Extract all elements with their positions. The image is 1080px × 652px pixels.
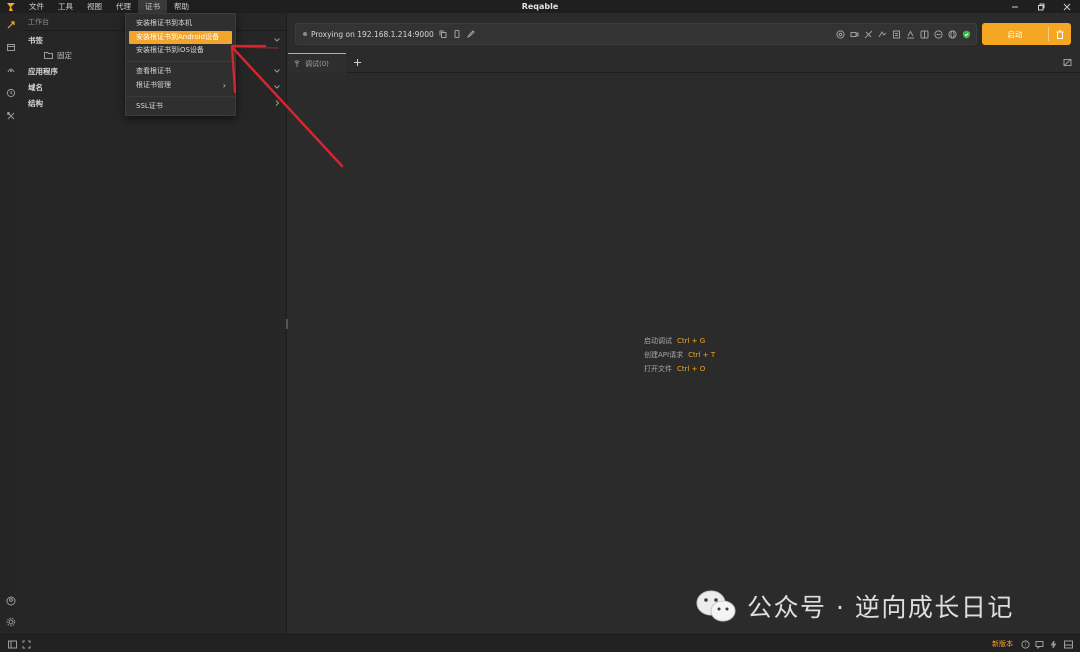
title-bar: Reqable 文件 工具 视图 代理 证书 帮助 [0, 0, 1080, 13]
sidebar-item-label: 域名 [28, 82, 43, 92]
tools-icon[interactable] [3, 108, 19, 124]
proxy-status-text: Proxying on 192.168.1.214:9000 [311, 29, 434, 39]
mobile-icon[interactable] [453, 30, 462, 39]
settings-gear-icon[interactable] [3, 614, 19, 630]
shortcut-key: Ctrl + O [677, 365, 706, 373]
menu-view-root-cert[interactable]: 查看根证书 [129, 65, 232, 78]
video-off-icon[interactable] [849, 29, 859, 39]
wechat-logo-icon [696, 590, 736, 622]
panel-layout-icon[interactable] [1063, 639, 1073, 649]
main-panel: Proxying on 192.168.1.214:9000 启动 调试(0) … [288, 13, 1080, 634]
restore-icon[interactable] [1028, 0, 1054, 13]
tab-debug[interactable]: 调试(0) [288, 53, 346, 73]
menu-install-cert-android[interactable]: 安装根证书到Android设备 [129, 31, 232, 44]
tab-bar: 调试(0) [288, 53, 1080, 73]
window-controls [1002, 0, 1080, 13]
rewrite-icon[interactable] [877, 29, 887, 39]
minimize-icon[interactable] [1002, 0, 1028, 13]
globe-icon[interactable] [947, 29, 957, 39]
new-version-badge[interactable]: 新版本 [992, 635, 1013, 652]
add-tab-plus-icon[interactable] [350, 55, 364, 69]
help-icon[interactable]: ? [1020, 639, 1030, 649]
shortcut-row: 创建API请求 Ctrl + T [644, 348, 715, 362]
shortcut-label: 启动调试 [644, 337, 672, 345]
svg-text:?: ? [1024, 642, 1027, 648]
proxy-toolbar [835, 29, 971, 39]
reqable-logo-icon [0, 0, 22, 13]
proxy-status-bar: Proxying on 192.168.1.214:9000 [295, 23, 977, 45]
proxy-status-dot [303, 32, 307, 36]
menu-tools[interactable]: 工具 [51, 0, 80, 13]
chevron-down-icon [273, 67, 281, 77]
trash-icon[interactable] [1049, 29, 1071, 39]
menu-install-cert-ios[interactable]: 安装根证书到iOS设备 [129, 44, 232, 57]
folder-icon [44, 52, 53, 59]
account-icon[interactable] [3, 593, 19, 609]
breakpoint-icon[interactable] [863, 29, 873, 39]
sidebar-subitem: 固定 [22, 50, 72, 61]
close-icon[interactable] [1054, 0, 1080, 13]
menu-separator [126, 61, 235, 62]
edit-pencil-icon[interactable] [467, 30, 476, 39]
ssl-shield-icon[interactable] [961, 29, 971, 39]
sidebar-subitem-label: 固定 [57, 50, 72, 60]
sidebar-toggle-icon[interactable] [7, 639, 17, 649]
shortcut-hints: 启动调试 Ctrl + G 创建API请求 Ctrl + T 打开文件 Ctrl + … [644, 334, 715, 376]
hide-panel-icon[interactable] [1063, 58, 1072, 69]
shortcut-label: 创建API请求 [644, 351, 684, 359]
chevron-right-icon [273, 99, 281, 109]
script-icon[interactable] [891, 29, 901, 39]
sidebar-item-label: 应用程序 [28, 66, 58, 76]
shortcut-label: 打开文件 [644, 365, 672, 373]
history-icon[interactable] [3, 85, 19, 101]
menu-root-cert-management[interactable]: 根证书管理 › [129, 79, 232, 92]
lightning-icon[interactable] [1048, 639, 1058, 649]
menu-ssl-cert[interactable]: SSL证书 [129, 100, 232, 113]
sidebar-item-label: 结构 [28, 98, 43, 108]
activity-bar [0, 13, 22, 634]
start-proxy-button[interactable]: 启动 [982, 23, 1071, 45]
throttle-icon[interactable] [905, 29, 915, 39]
menu-separator [126, 96, 235, 97]
copy-icon[interactable] [439, 30, 448, 39]
mirror-icon[interactable] [919, 29, 929, 39]
menu-bar: 文件 工具 视图 代理 证书 帮助 [22, 0, 196, 13]
tab-debug-label: 调试(0) [305, 59, 329, 68]
collection-icon[interactable] [3, 39, 19, 55]
menu-certificate[interactable]: 证书 [138, 0, 167, 13]
menu-install-cert-local[interactable]: 安装根证书到本机 [129, 17, 232, 30]
watermark-text: 公众号 · 逆向成长日记 [747, 593, 1014, 622]
menu-file[interactable]: 文件 [22, 0, 51, 13]
submenu-arrow-icon: › [222, 81, 226, 90]
sidebar-item-label: 书签 [28, 35, 43, 45]
shortcut-row: 启动调试 Ctrl + G [644, 334, 715, 348]
antenna-icon [294, 59, 300, 67]
wechat-watermark: 公众号 · 逆向成长日记 [695, 588, 1014, 624]
shortcut-key: Ctrl + T [688, 351, 716, 359]
menu-proxy[interactable]: 代理 [109, 0, 138, 13]
dns-icon[interactable] [933, 29, 943, 39]
fullscreen-icon[interactable] [21, 639, 31, 649]
at-icon[interactable] [835, 29, 845, 39]
shortcut-row: 打开文件 Ctrl + O [644, 362, 715, 376]
feedback-icon[interactable] [1034, 639, 1044, 649]
chevron-down-icon [273, 36, 281, 46]
menu-view[interactable]: 视图 [80, 0, 109, 13]
shortcut-key: Ctrl + G [677, 337, 706, 345]
capture-icon[interactable] [3, 17, 19, 33]
api-icon[interactable] [3, 62, 19, 78]
chevron-down-icon [273, 83, 281, 93]
certificate-dropdown-menu: 安装根证书到本机 安装根证书到Android设备 安装根证书到iOS设备 查看根… [125, 13, 236, 116]
menu-help[interactable]: 帮助 [167, 0, 196, 13]
start-button-label: 启动 [1007, 29, 1023, 39]
status-bar: 新版本 ? [0, 634, 1080, 652]
menu-item-label: 根证书管理 [136, 81, 171, 89]
